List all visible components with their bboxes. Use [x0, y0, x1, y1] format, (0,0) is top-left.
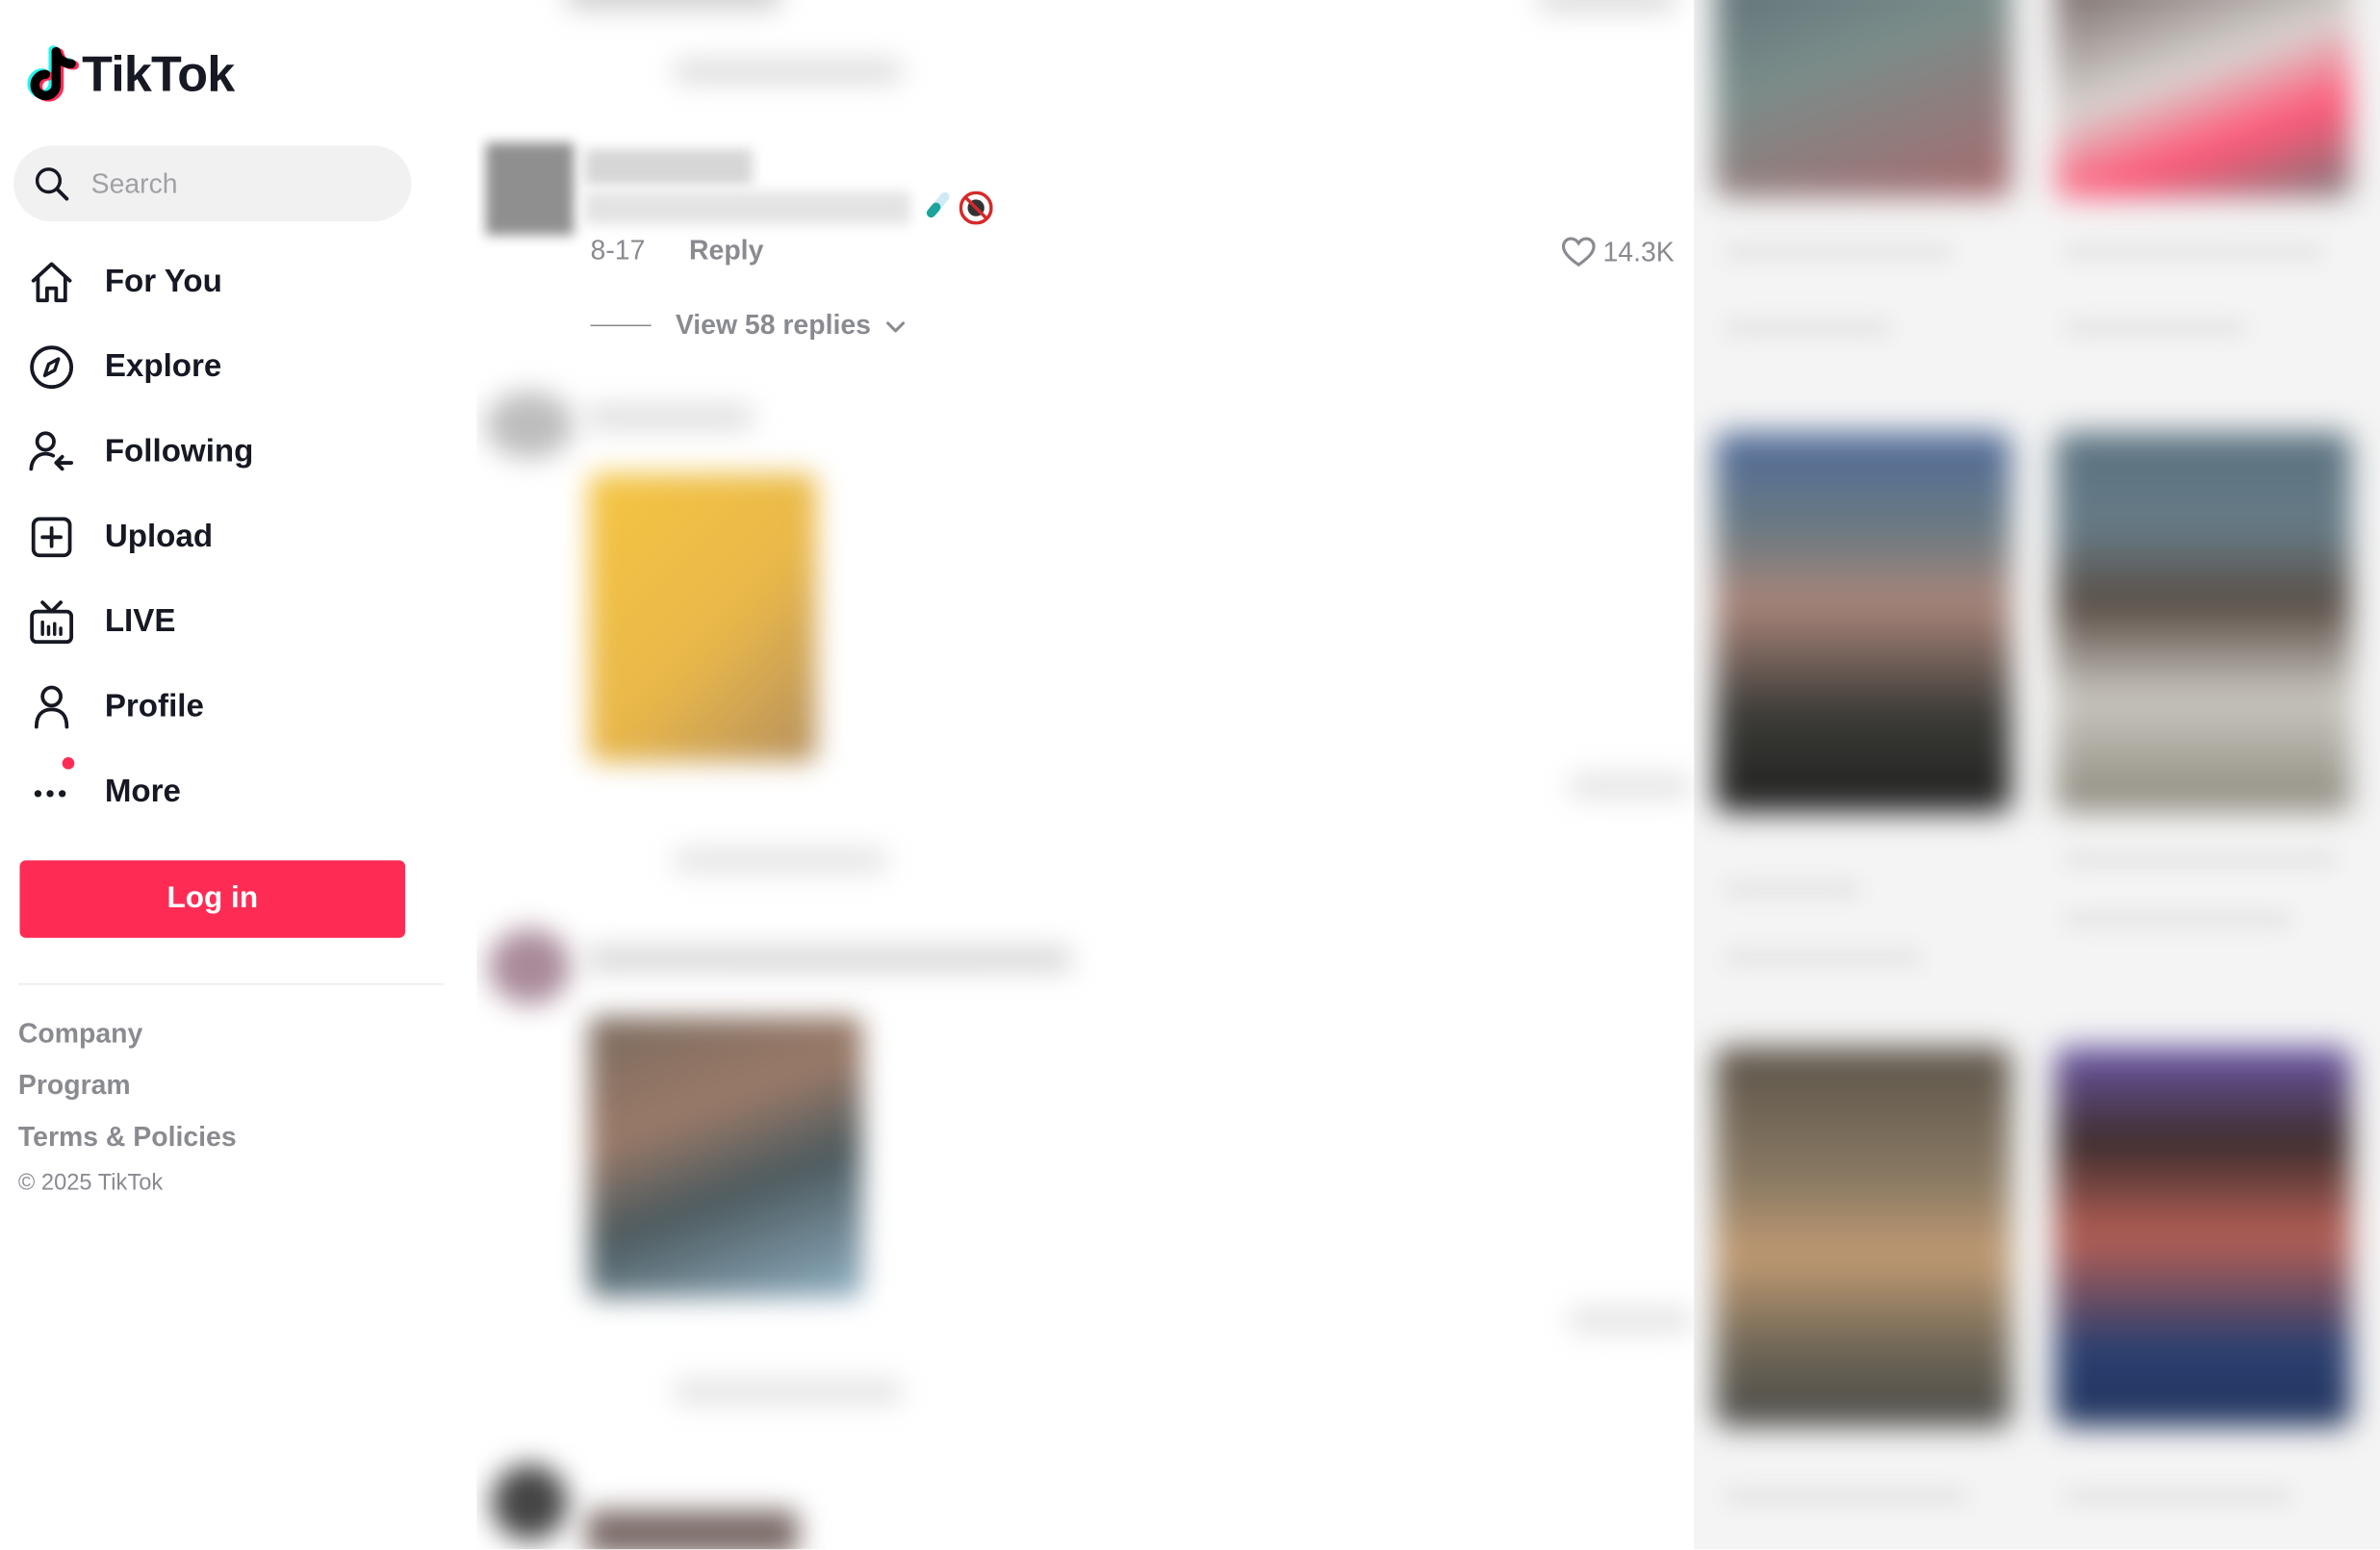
video-caption-placeholder	[1724, 242, 1953, 262]
nav-label-more: More	[104, 774, 181, 809]
video-author-placeholder	[2063, 318, 2247, 338]
tiktok-logo[interactable]: TikTok	[27, 42, 235, 103]
blurred-like-count	[1569, 774, 1692, 799]
blurred-view-replies	[674, 1381, 902, 1403]
video-caption-placeholder	[2063, 242, 2323, 262]
replies-divider-line	[590, 324, 652, 327]
nav-item-explore[interactable]: Explore	[0, 325, 455, 410]
video-caption-placeholder	[2063, 850, 2338, 869]
nav-label-following: Following	[104, 434, 254, 470]
blurred-avatar	[488, 928, 572, 1005]
no-entry-emoji-icon	[959, 191, 993, 225]
footer-link-terms[interactable]: Terms & Policies	[18, 1122, 237, 1154]
nav-item-upload[interactable]: Upload	[0, 495, 455, 579]
blurred-comment-image	[588, 473, 817, 762]
video-caption-placeholder	[1724, 1486, 1968, 1506]
video-caption-placeholder	[2063, 1486, 2292, 1506]
sidebar-divider	[17, 983, 444, 985]
like-count: 14.3K	[1602, 236, 1675, 267]
log-in-button[interactable]: Log in	[19, 860, 406, 938]
commenter-avatar[interactable]	[485, 142, 575, 236]
comment-date: 8-17	[590, 235, 646, 267]
nav-label-profile: Profile	[104, 689, 204, 724]
blurred-like-count	[1539, 0, 1676, 13]
live-tv-icon	[27, 597, 75, 646]
tiktok-page: TikTok For You Explore	[0, 0, 2380, 1550]
person-icon	[27, 683, 75, 731]
video-caption-placeholder	[1724, 879, 1861, 899]
home-icon	[27, 258, 75, 306]
nav-label-upload: Upload	[104, 519, 214, 554]
blurred-comment-image	[585, 1510, 799, 1550]
video-thumbnail[interactable]	[2055, 0, 2352, 198]
blurred-comment-image	[588, 1016, 862, 1298]
compass-icon	[27, 343, 75, 391]
footer-link-program[interactable]: Program	[18, 1070, 131, 1102]
video-thumbnail[interactable]	[1715, 0, 2011, 198]
blurred-like-count	[1569, 1308, 1692, 1333]
tiktok-note-icon	[27, 45, 80, 102]
search-input[interactable]	[88, 165, 368, 201]
video-author-placeholder	[2063, 910, 2292, 929]
copyright-text: © 2025 TikTok	[17, 1170, 164, 1196]
view-replies-label: View 58 replies	[675, 309, 871, 341]
nav-item-profile[interactable]: Profile	[0, 665, 455, 750]
nav-item-following[interactable]: Following	[0, 410, 455, 495]
video-author-placeholder	[1724, 318, 1892, 338]
related-videos-panel	[1694, 0, 2380, 1550]
search-icon	[35, 167, 69, 201]
blurred-avatar	[492, 1463, 568, 1540]
nav-item-for-you[interactable]: For You	[0, 240, 455, 324]
search-bar[interactable]	[13, 145, 412, 222]
main-nav: For You Explore Following Upload LIVE Pr…	[0, 240, 455, 834]
test-tube-emoji-icon	[926, 191, 950, 218]
video-thumbnail[interactable]	[2055, 1047, 2352, 1427]
sidebar: TikTok For You Explore	[0, 0, 456, 1550]
blurred-view-replies	[674, 850, 887, 872]
video-thumbnail[interactable]	[1715, 1047, 2011, 1427]
comment-text-placeholder	[584, 191, 911, 225]
comments-panel: 8-17 Reply 14.3K View 58 replies	[476, 0, 1706, 1550]
blurred-avatar	[485, 391, 575, 459]
commenter-name-placeholder[interactable]	[584, 148, 754, 186]
following-icon	[27, 428, 75, 476]
blurred-comment-text	[585, 947, 1072, 972]
more-dots-icon	[27, 768, 75, 816]
view-replies-button[interactable]: View 58 replies	[676, 310, 909, 342]
notification-dot	[62, 757, 75, 770]
nav-label-live: LIVE	[104, 603, 176, 640]
blurred-comment-text	[567, 0, 781, 10]
chevron-down-icon	[885, 320, 905, 332]
nav-item-more[interactable]: More	[0, 750, 455, 834]
blurred-view-replies	[674, 61, 902, 83]
blurred-username	[585, 406, 754, 428]
heart-icon	[1561, 237, 1596, 267]
nav-item-live[interactable]: LIVE	[0, 579, 455, 664]
reply-button[interactable]: Reply	[689, 235, 763, 267]
video-thumbnail[interactable]	[1715, 432, 2011, 812]
plus-square-icon	[27, 513, 75, 561]
logo-wordmark: TikTok	[82, 44, 235, 101]
nav-label-explore: Explore	[104, 348, 222, 385]
footer-link-company[interactable]: Company	[18, 1018, 142, 1050]
video-author-placeholder	[1724, 948, 1922, 967]
nav-label-for-you: For You	[104, 264, 222, 299]
like-button[interactable]: 14.3K	[1560, 234, 1675, 270]
video-thumbnail[interactable]	[2055, 432, 2352, 812]
